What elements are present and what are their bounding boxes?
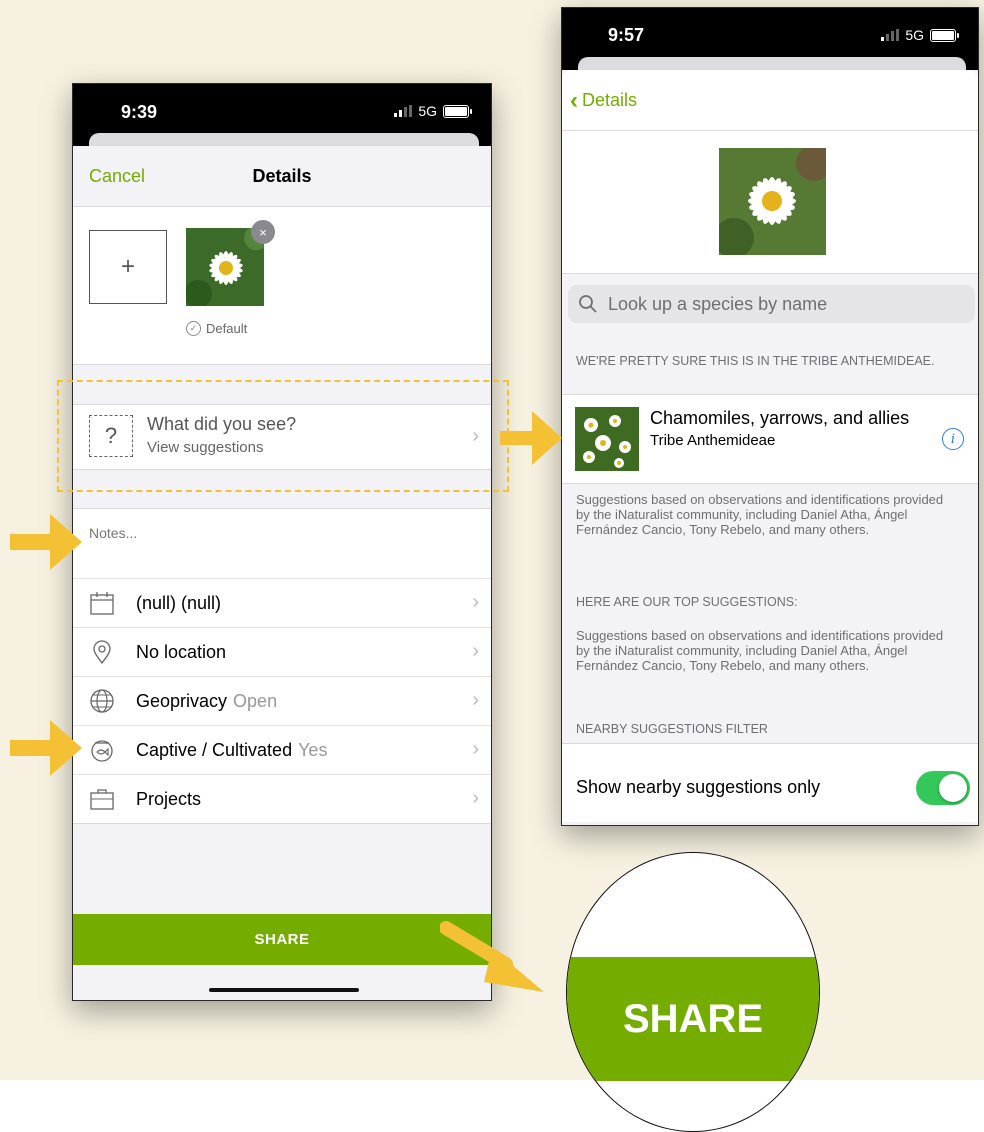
species-suggestions-screen: 9:57 5G ‹ Details Look up a species by n… bbox=[561, 7, 979, 826]
location-pin-icon bbox=[93, 640, 111, 665]
network-status: 5G bbox=[394, 103, 472, 119]
arrow-right-icon bbox=[10, 720, 82, 776]
chevron-right-icon: › bbox=[472, 640, 479, 662]
chevron-right-icon: › bbox=[472, 689, 479, 711]
photo-section: + × ✓ Default bbox=[73, 207, 491, 365]
suggestion-photo bbox=[575, 407, 639, 471]
observation-photo bbox=[719, 148, 826, 255]
briefcase-icon bbox=[90, 789, 114, 810]
network-label: 5G bbox=[418, 103, 437, 119]
chevron-right-icon: › bbox=[472, 787, 479, 809]
chevron-left-icon: ‹ bbox=[570, 86, 578, 114]
daisy-photo bbox=[186, 228, 264, 306]
projects-label: Projects bbox=[136, 789, 202, 809]
nearby-toggle-label: Show nearby suggestions only bbox=[576, 777, 821, 797]
date-row[interactable]: (null) (null) › bbox=[73, 578, 491, 627]
location-row[interactable]: No location › bbox=[73, 627, 491, 676]
status-time: 9:39 bbox=[121, 102, 158, 122]
arrow-down-right-icon bbox=[440, 921, 544, 992]
suggestion-row[interactable]: Chamomiles, yarrows, and allies Tribe An… bbox=[562, 394, 978, 484]
default-label: Default bbox=[206, 321, 248, 336]
suggestions-credit-text: Suggestions based on observations and id… bbox=[576, 492, 944, 537]
nav-bar: Cancel Details bbox=[73, 146, 491, 207]
captive-row[interactable]: Captive / Cultivated Yes › bbox=[73, 725, 491, 774]
notes-placeholder: Notes... bbox=[89, 525, 138, 541]
page-title: Details bbox=[252, 166, 312, 186]
status-bar: 9:57 5G bbox=[562, 8, 978, 77]
notes-field[interactable]: Notes... bbox=[73, 508, 491, 579]
status-bar: 9:39 5G bbox=[73, 84, 491, 153]
suggestion-taxon-rank: Tribe Anthemideae bbox=[650, 432, 776, 449]
signal-icon bbox=[394, 105, 413, 117]
geoprivacy-row[interactable]: Geoprivacy Open › bbox=[73, 676, 491, 725]
arrow-right-icon bbox=[500, 411, 562, 465]
nearby-filter-header: NEARBY SUGGESTIONS FILTER bbox=[576, 722, 768, 736]
chevron-right-icon: › bbox=[472, 738, 479, 760]
network-label: 5G bbox=[905, 27, 924, 43]
chamomile-photo bbox=[575, 407, 639, 471]
nav-bar: ‹ Details bbox=[562, 70, 978, 131]
suggestion-common-name: Chamomiles, yarrows, and allies bbox=[650, 408, 910, 428]
photo-thumbnail[interactable] bbox=[186, 228, 264, 306]
arrow-right-icon bbox=[10, 514, 82, 570]
signal-icon bbox=[881, 29, 900, 41]
captive-value: Yes bbox=[298, 740, 328, 760]
date-label: (null) (null) bbox=[136, 593, 222, 613]
home-indicator bbox=[209, 988, 359, 992]
share-zoom-callout: SHARE bbox=[566, 852, 820, 1132]
observation-photo-section bbox=[562, 131, 978, 274]
top-suggestions-header: HERE ARE OUR TOP SUGGESTIONS: bbox=[576, 595, 798, 609]
remove-photo-button[interactable]: × bbox=[251, 220, 275, 244]
details-screen: 9:39 5G Cancel Details + × ✓ Default ? W… bbox=[72, 83, 492, 1001]
geoprivacy-value: Open bbox=[233, 691, 278, 711]
captive-title: Captive / Cultivated bbox=[136, 740, 293, 760]
default-photo-indicator[interactable]: ✓ Default bbox=[186, 321, 247, 336]
nearby-toggle-switch[interactable] bbox=[916, 771, 970, 805]
globe-icon bbox=[90, 689, 114, 713]
search-placeholder: Look up a species by name bbox=[608, 293, 828, 314]
battery-icon bbox=[930, 28, 959, 42]
location-label: No location bbox=[136, 642, 227, 662]
highlight-dashed-box bbox=[57, 380, 509, 492]
chevron-right-icon: › bbox=[472, 591, 479, 613]
pretty-sure-header: WE'RE PRETTY SURE THIS IS IN THE TRIBE A… bbox=[576, 354, 935, 368]
back-label: Details bbox=[582, 90, 638, 110]
network-status: 5G bbox=[881, 27, 959, 43]
search-icon bbox=[579, 295, 597, 313]
back-button[interactable]: ‹ Details bbox=[570, 86, 638, 114]
captive-label: Captive / Cultivated Yes bbox=[136, 740, 327, 761]
projects-row[interactable]: Projects › bbox=[73, 774, 491, 823]
nearby-toggle-row: Show nearby suggestions only bbox=[562, 743, 978, 822]
add-photo-button[interactable]: + bbox=[89, 230, 167, 304]
suggestions-credit-text-2: Suggestions based on observations and id… bbox=[576, 628, 944, 673]
calendar-icon bbox=[90, 592, 114, 615]
zoomed-share-label: SHARE bbox=[567, 957, 819, 1081]
details-list: (null) (null) › No location › Geoprivacy… bbox=[73, 578, 491, 824]
geoprivacy-title: Geoprivacy bbox=[136, 691, 228, 711]
battery-icon bbox=[443, 104, 472, 118]
status-time: 9:57 bbox=[608, 25, 645, 45]
species-search-input[interactable]: Look up a species by name bbox=[568, 285, 975, 323]
info-icon[interactable]: i bbox=[942, 428, 964, 450]
daisy-photo bbox=[719, 148, 826, 255]
checkmark-icon: ✓ bbox=[186, 321, 201, 336]
fishbowl-icon bbox=[91, 740, 113, 762]
share-button[interactable]: SHARE bbox=[73, 914, 491, 965]
geoprivacy-label: Geoprivacy Open bbox=[136, 691, 277, 712]
